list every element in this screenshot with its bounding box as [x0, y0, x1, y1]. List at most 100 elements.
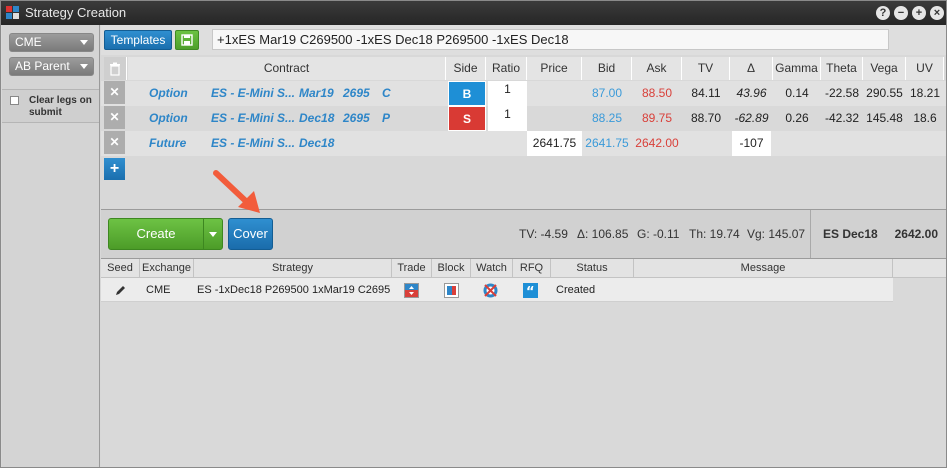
row-exchange: CME — [146, 284, 171, 296]
leg-ask: 2642.00 — [635, 136, 679, 150]
leg-delta: 43.96 — [736, 86, 767, 100]
pencil-icon — [116, 286, 125, 295]
total-delta: Δ: 106.85 — [577, 227, 629, 241]
leg-bid: 87.00 — [591, 86, 623, 100]
strategy-creation-window: Strategy Creation ? − + × CME AB Parent … — [0, 0, 947, 468]
leg-theta: -42.32 — [824, 111, 860, 125]
underlying-price: 2642.00 — [894, 227, 938, 241]
leg-row: ✕ Option ES - E-Mini S... Dec18 2695 P S… — [101, 106, 946, 131]
grid-header-message: Message — [634, 259, 893, 278]
minimize-icon[interactable]: − — [894, 6, 908, 20]
edit-seed-button[interactable] — [115, 278, 126, 302]
total-tv: TV: -4.59 — [519, 227, 568, 241]
trash-icon — [110, 62, 120, 76]
leg-theta: -22.58 — [824, 86, 860, 100]
leg-gamma: 0.14 — [785, 86, 809, 100]
save-button[interactable] — [175, 30, 199, 50]
create-button[interactable]: Create — [108, 218, 204, 250]
block-square-icon — [447, 286, 456, 295]
save-icon — [181, 34, 193, 46]
maximize-icon[interactable]: + — [912, 6, 926, 20]
exchange-select[interactable]: CME — [9, 33, 94, 52]
watch-icon[interactable] — [483, 283, 498, 298]
leg-call-put: C — [382, 86, 391, 100]
header-delta: Δ — [730, 57, 773, 80]
cover-button[interactable]: Cover — [228, 218, 273, 250]
leg-type: Future — [149, 136, 187, 150]
templates-button[interactable]: Templates — [104, 30, 172, 50]
leg-vega: 290.55 — [866, 86, 903, 100]
leg-gamma: 0.26 — [785, 111, 809, 125]
remove-leg-button[interactable]: ✕ — [104, 81, 125, 104]
total-vega: Vg: 145.07 — [747, 227, 806, 241]
strategies-grid: Seed Exchange Strategy Trade Block Watch… — [101, 259, 946, 467]
chevron-down-icon — [80, 40, 88, 45]
header-price: Price — [527, 57, 582, 80]
leg-uv: 18.21 — [909, 86, 941, 100]
header-contract: Contract — [128, 57, 446, 80]
add-leg-button[interactable]: + — [104, 158, 125, 180]
leg-tv: 88.70 — [690, 111, 722, 125]
quote-icon: “ — [526, 285, 535, 300]
leg-expiry: Dec18 — [299, 136, 335, 150]
grid-header-watch: Watch — [471, 259, 513, 278]
clear-legs-checkbox[interactable] — [10, 96, 19, 105]
side-sell-button[interactable]: S — [448, 106, 486, 131]
app-logo-icon — [6, 6, 20, 20]
help-icon[interactable]: ? — [876, 6, 890, 20]
clear-legs-option: Clear legs on submit — [2, 89, 99, 123]
leg-product: ES - E-Mini S... — [211, 136, 296, 150]
underlying-symbol: ES Dec18 — [823, 227, 878, 241]
chevron-down-icon — [80, 64, 88, 69]
header-side: Side — [446, 57, 486, 80]
trade-icon[interactable] — [404, 283, 419, 298]
leg-ask: 89.75 — [641, 111, 673, 125]
ratio-input[interactable]: 1 — [488, 106, 527, 131]
leg-row: ✕ Future ES - E-Mini S... Dec18 2641.75 … — [101, 131, 946, 156]
leg-product: ES - E-Mini S... — [211, 111, 296, 125]
leg-delta[interactable]: -107 — [732, 131, 771, 156]
create-dropdown-button[interactable] — [203, 218, 223, 250]
leg-expiry: Dec18 — [299, 111, 335, 125]
exchange-select-value: CME — [15, 35, 42, 49]
chevron-down-icon — [209, 232, 217, 237]
table-row[interactable]: CME ES -1xDec18 P269500 1xMar19 C26950..… — [101, 278, 893, 302]
clear-legs-label: Clear legs on submit — [29, 95, 92, 118]
delete-all-legs-button[interactable] — [104, 57, 127, 80]
total-theta: Th: 19.74 — [689, 227, 740, 241]
grid-header-status: Status — [551, 259, 634, 278]
leg-type: Option — [149, 111, 188, 125]
rfq-icon[interactable]: “ — [523, 283, 538, 300]
leg-strike: 2695 — [343, 111, 370, 125]
side-buy-button[interactable]: B — [448, 81, 486, 106]
close-icon[interactable]: × — [930, 6, 944, 20]
trade-arrows-icon — [405, 284, 418, 295]
block-icon[interactable] — [444, 283, 459, 298]
strategy-input[interactable]: +1xES Mar19 C269500 -1xES Dec18 P269500 … — [212, 29, 889, 50]
header-bid: Bid — [582, 57, 632, 80]
leg-product: ES - E-Mini S... — [211, 86, 296, 100]
grid-header-block: Block — [432, 259, 471, 278]
remove-leg-button[interactable]: ✕ — [104, 131, 125, 154]
leg-type: Option — [149, 86, 188, 100]
sidebar: CME AB Parent Clear legs on submit — [2, 25, 100, 467]
header-ask: Ask — [632, 57, 682, 80]
leg-delta: -62.89 — [734, 111, 769, 125]
price-input[interactable]: 2641.75 — [527, 131, 582, 156]
grid-header-trade: Trade — [392, 259, 432, 278]
total-gamma: G: -0.11 — [637, 227, 680, 241]
leg-uv: 18.6 — [913, 111, 937, 125]
header-theta: Theta — [821, 57, 863, 80]
leg-expiry: Mar19 — [299, 86, 334, 100]
legs-header-row: Contract Side Ratio Price Bid Ask TV Δ G… — [101, 57, 946, 80]
remove-leg-button[interactable]: ✕ — [104, 106, 125, 129]
leg-bid: 88.25 — [591, 111, 623, 125]
svg-text:“: “ — [526, 285, 535, 298]
account-select-value: AB Parent — [15, 59, 70, 73]
header-vega: Vega — [863, 57, 906, 80]
callout-arrow-icon — [213, 170, 260, 213]
leg-row: ✕ Option ES - E-Mini S... Mar19 2695 C B… — [101, 81, 946, 106]
ratio-input[interactable]: 1 — [488, 81, 527, 106]
account-select[interactable]: AB Parent — [9, 57, 94, 76]
grid-header-row: Seed Exchange Strategy Trade Block Watch… — [101, 259, 946, 278]
